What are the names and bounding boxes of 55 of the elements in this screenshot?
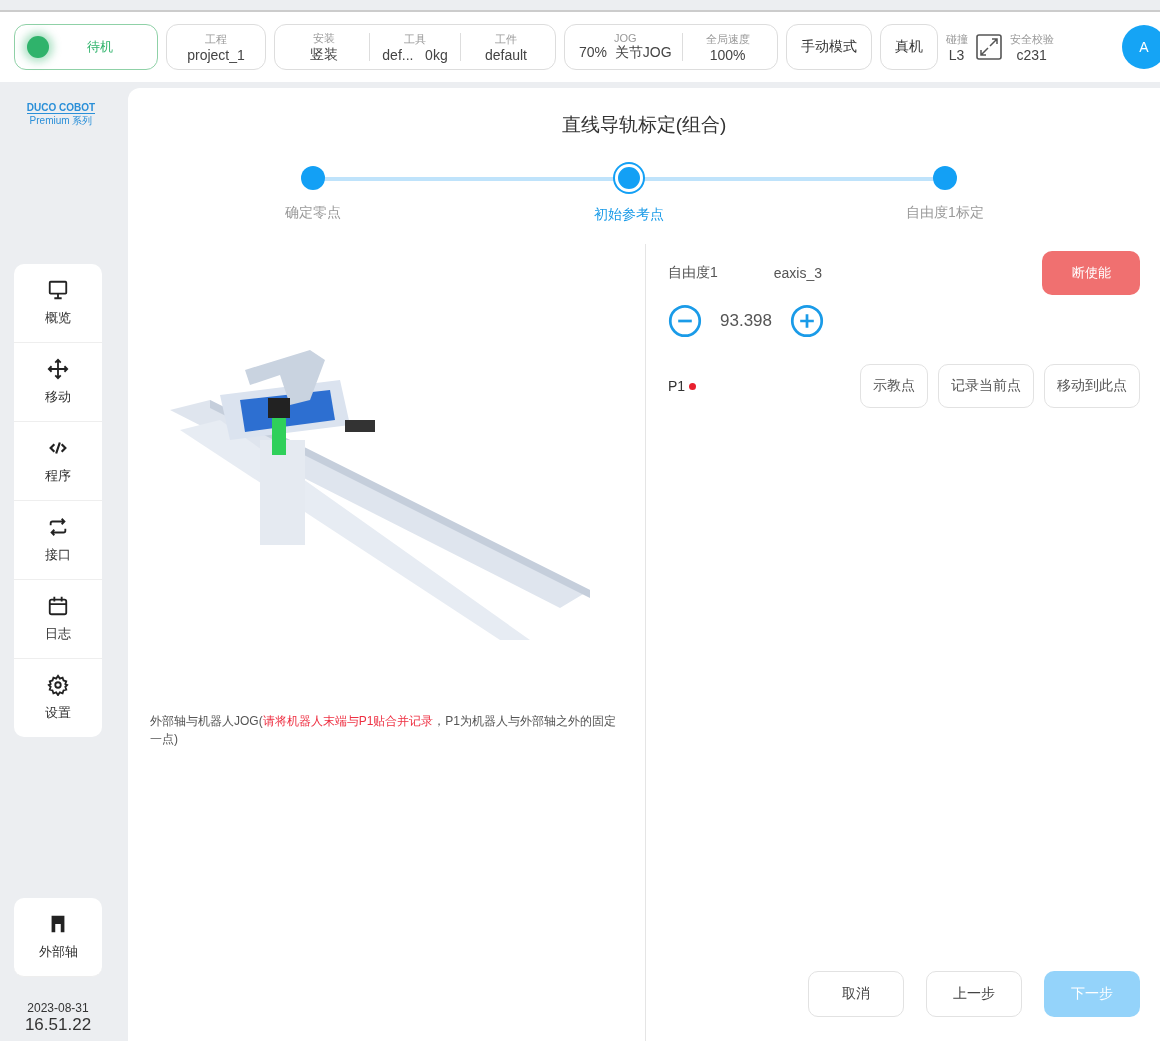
- field-label: 碰撞: [945, 31, 968, 47]
- point-action-button[interactable]: 记录当前点: [938, 364, 1034, 408]
- point-action-button[interactable]: 移动到此点: [1044, 364, 1140, 408]
- point-action-button[interactable]: 示教点: [860, 364, 928, 408]
- field-value: 竖装: [310, 45, 338, 64]
- expand-icon[interactable]: [975, 34, 1002, 60]
- axis-value: 93.398: [720, 311, 772, 331]
- footer-button[interactable]: 上一步: [926, 971, 1022, 1017]
- time-text: 16.51.22: [24, 1015, 92, 1035]
- calendar-icon: [47, 595, 69, 617]
- field-value: 70% 关节JOG: [579, 44, 672, 62]
- move-icon: [47, 358, 69, 380]
- minus-icon[interactable]: [668, 304, 702, 338]
- field-label: 全局速度: [705, 31, 750, 47]
- nav-item[interactable]: 移动: [14, 343, 102, 422]
- point-name: P1: [668, 378, 686, 394]
- axis-label: 自由度1: [668, 264, 718, 282]
- axis-name: eaxis_3: [773, 265, 823, 281]
- nav-item[interactable]: 接口: [14, 501, 102, 580]
- field-value: default: [484, 46, 527, 63]
- monitor-icon: [47, 279, 69, 301]
- nav-item[interactable]: 概览: [14, 264, 102, 343]
- field-value: c231: [1016, 46, 1047, 63]
- field-label: 工具: [404, 31, 426, 47]
- settings-icon: [47, 674, 69, 696]
- step-label: 自由度1标定: [906, 204, 984, 222]
- swap-icon: [47, 516, 69, 538]
- external-axis-button[interactable]: 外部轴: [14, 898, 102, 977]
- nav-item[interactable]: 日志: [14, 580, 102, 659]
- date-text: 2023-08-31: [27, 1001, 89, 1015]
- field-value: def... 0kg: [382, 46, 448, 63]
- field-label: 安装: [313, 30, 335, 46]
- nav-item[interactable]: 设置: [14, 659, 102, 737]
- field-label: 工程: [205, 31, 227, 47]
- field-label: 安全校验: [1009, 31, 1054, 47]
- mode-button[interactable]: 手动模式: [785, 24, 872, 70]
- info-panel[interactable]: 工程 project_1: [166, 24, 266, 70]
- step-label: 确定零点: [285, 204, 341, 222]
- logo-text: DUCO COBOT: [26, 102, 96, 114]
- instruction-text: 外部轴与机器人JOG(请将机器人末端与P1贴合并记录，P1为机器人与外部轴之外的固定一点): [150, 713, 618, 748]
- field-label: JOG: [614, 32, 637, 44]
- mode-button[interactable]: 真机: [879, 24, 938, 70]
- field-value: L3: [948, 46, 965, 63]
- info-panel[interactable]: 安装 竖装 工具 def... 0kg 工件 default: [274, 24, 556, 70]
- info-panel[interactable]: JOG 70% 关节JOG 全局速度 100%: [564, 24, 778, 70]
- step-label: 初始参考点: [594, 206, 664, 224]
- logo-subtitle: Premium 系列: [29, 114, 93, 128]
- field-value: 100%: [709, 46, 746, 63]
- footer-button[interactable]: 取消: [808, 971, 904, 1017]
- field-label: 工件: [495, 31, 517, 47]
- field-value: project_1: [187, 46, 245, 63]
- plus-icon[interactable]: [790, 304, 824, 338]
- page-title: 直线导轨标定(组合): [560, 113, 728, 137]
- nav-item[interactable]: 程序: [14, 422, 102, 501]
- status-label: 待机: [87, 38, 113, 56]
